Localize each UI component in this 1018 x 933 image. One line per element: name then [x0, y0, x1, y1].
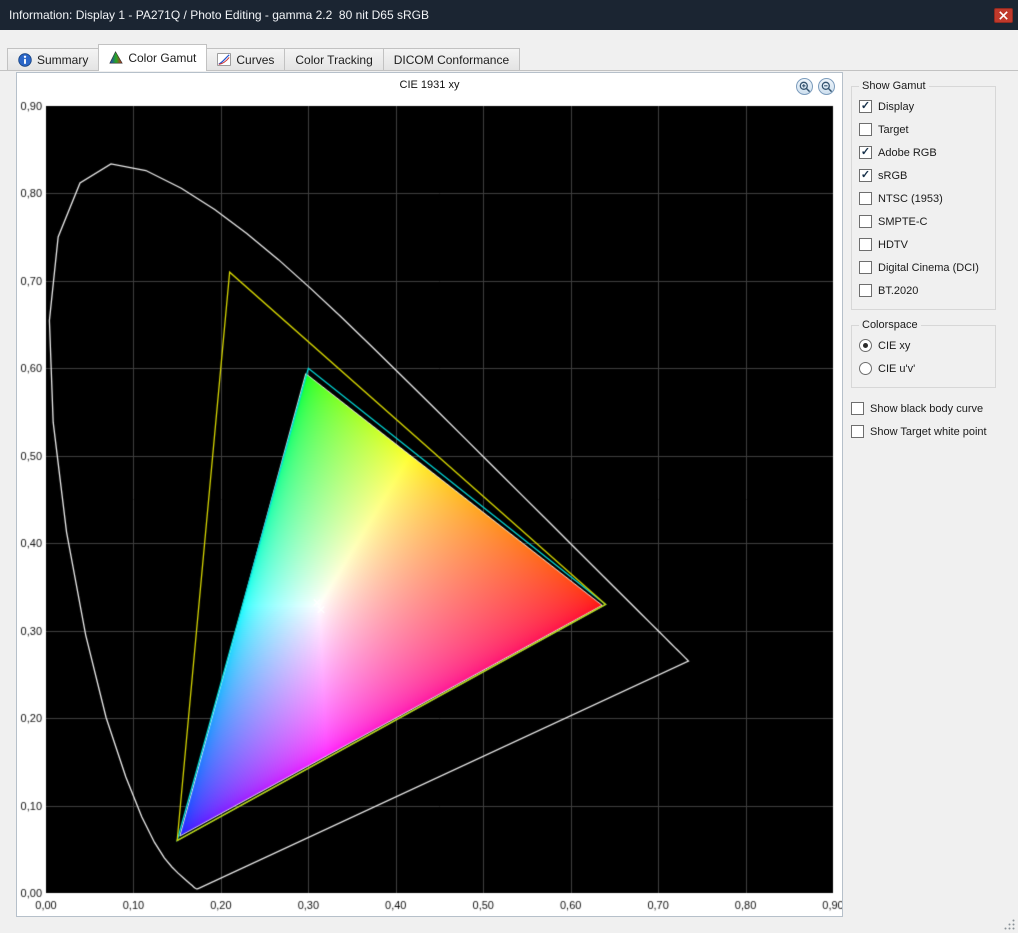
gamut-checkbox-bt-2020[interactable]: BT.2020	[859, 279, 988, 302]
chromaticity-canvas[interactable]	[17, 73, 842, 916]
option-checkbox-show-black-body-curve[interactable]: Show black body curve	[851, 397, 996, 420]
tab-label: Curves	[236, 53, 274, 67]
curves-icon	[217, 53, 231, 66]
zoom-out-icon	[821, 81, 833, 93]
checkbox-box	[859, 123, 872, 136]
gamut-checkbox-srgb[interactable]: ✓ sRGB	[859, 164, 988, 187]
radio-button	[859, 362, 872, 375]
checkbox-box: ✓	[859, 146, 872, 159]
chart-title: CIE 1931 xy	[17, 79, 842, 91]
checkbox-box: ✓	[859, 169, 872, 182]
colorspace-radio-cie-u-v[interactable]: CIE u'v'	[859, 357, 988, 380]
gamut-checkbox-display[interactable]: ✓ Display	[859, 95, 988, 118]
app-window: Information: Display 1 - PA271Q / Photo …	[0, 0, 1018, 933]
colorspace-radio-list: CIE xy CIE u'v'	[859, 334, 988, 380]
radio-button	[859, 339, 872, 352]
tab-color-gamut[interactable]: Color Gamut	[98, 44, 207, 71]
colorspace-group: Colorspace CIE xy CIE u'v'	[851, 319, 996, 388]
checkbox-label: Adobe RGB	[878, 147, 937, 159]
checkbox-label: SMPTE-C	[878, 216, 928, 228]
resize-grip[interactable]	[1003, 918, 1016, 931]
checkbox-label: NTSC (1953)	[878, 193, 943, 205]
checkbox-box	[859, 238, 872, 251]
gamut-checkbox-smpte-c[interactable]: SMPTE-C	[859, 210, 988, 233]
checkbox-box: ✓	[859, 100, 872, 113]
tab-label: Color Tracking	[295, 53, 372, 67]
colorspace-radio-cie-xy[interactable]: CIE xy	[859, 334, 988, 357]
tab-label: DICOM Conformance	[394, 53, 509, 67]
option-checkbox-show-target-white-point[interactable]: Show Target white point	[851, 420, 996, 443]
window-title: Information: Display 1 - PA271Q / Photo …	[9, 8, 429, 22]
gamut-checkbox-digital-cinema-dci[interactable]: Digital Cinema (DCI)	[859, 256, 988, 279]
close-icon	[999, 11, 1008, 20]
checkbox-label: BT.2020	[878, 285, 918, 297]
tab-dicom-conformance[interactable]: DICOM Conformance	[383, 48, 520, 70]
extra-options-list: Show black body curve Show Target white p…	[851, 397, 996, 443]
checkbox-label: Target	[878, 124, 909, 136]
checkbox-box	[851, 425, 864, 438]
zoom-in-button[interactable]	[796, 78, 813, 95]
checkbox-box	[859, 192, 872, 205]
content-area: CIE 1931 xy	[0, 71, 1018, 917]
checkbox-label: Show Target white point	[870, 426, 987, 438]
info-icon	[18, 53, 32, 67]
close-button[interactable]	[994, 8, 1013, 23]
tab-color-tracking[interactable]: Color Tracking	[284, 48, 383, 70]
checkbox-label: Digital Cinema (DCI)	[878, 262, 979, 274]
gamut-checkbox-ntsc-1953[interactable]: NTSC (1953)	[859, 187, 988, 210]
gamut-checkbox-target[interactable]: Target	[859, 118, 988, 141]
colorspace-title: Colorspace	[859, 319, 921, 331]
tab-summary[interactable]: Summary	[7, 48, 99, 70]
checkbox-box	[859, 261, 872, 274]
checkbox-label: Display	[878, 101, 914, 113]
zoom-controls	[796, 78, 835, 95]
zoom-in-icon	[799, 81, 811, 93]
show-gamut-title: Show Gamut	[859, 80, 929, 92]
checkbox-box	[851, 402, 864, 415]
checkbox-label: sRGB	[878, 170, 907, 182]
tab-label: Summary	[37, 53, 88, 67]
show-gamut-group: Show Gamut ✓ Display Target ✓ Adobe RGB ✓ sRGB…	[851, 80, 996, 310]
tab-label: Color Gamut	[128, 51, 196, 65]
radio-label: CIE u'v'	[878, 363, 915, 375]
checkbox-label: HDTV	[878, 239, 908, 251]
checkbox-box	[859, 215, 872, 228]
zoom-out-button[interactable]	[818, 78, 835, 95]
chart-panel: CIE 1931 xy	[16, 72, 843, 917]
gamut-checkbox-adobe-rgb[interactable]: ✓ Adobe RGB	[859, 141, 988, 164]
tab-curves[interactable]: Curves	[206, 48, 285, 70]
titlebar[interactable]: Information: Display 1 - PA271Q / Photo …	[0, 0, 1018, 30]
sidebar: Show Gamut ✓ Display Target ✓ Adobe RGB ✓ sRGB…	[851, 72, 1010, 443]
radio-label: CIE xy	[878, 340, 910, 352]
gamut-icon	[109, 51, 123, 64]
checkbox-label: Show black body curve	[870, 403, 983, 415]
gamut-checkbox-hdtv[interactable]: HDTV	[859, 233, 988, 256]
tab-bar: Summary Color Gamut Curves Color Tr	[0, 47, 1018, 71]
gamut-checkbox-list: ✓ Display Target ✓ Adobe RGB ✓ sRGB NTSC (1953)…	[859, 95, 988, 302]
checkbox-box	[859, 284, 872, 297]
